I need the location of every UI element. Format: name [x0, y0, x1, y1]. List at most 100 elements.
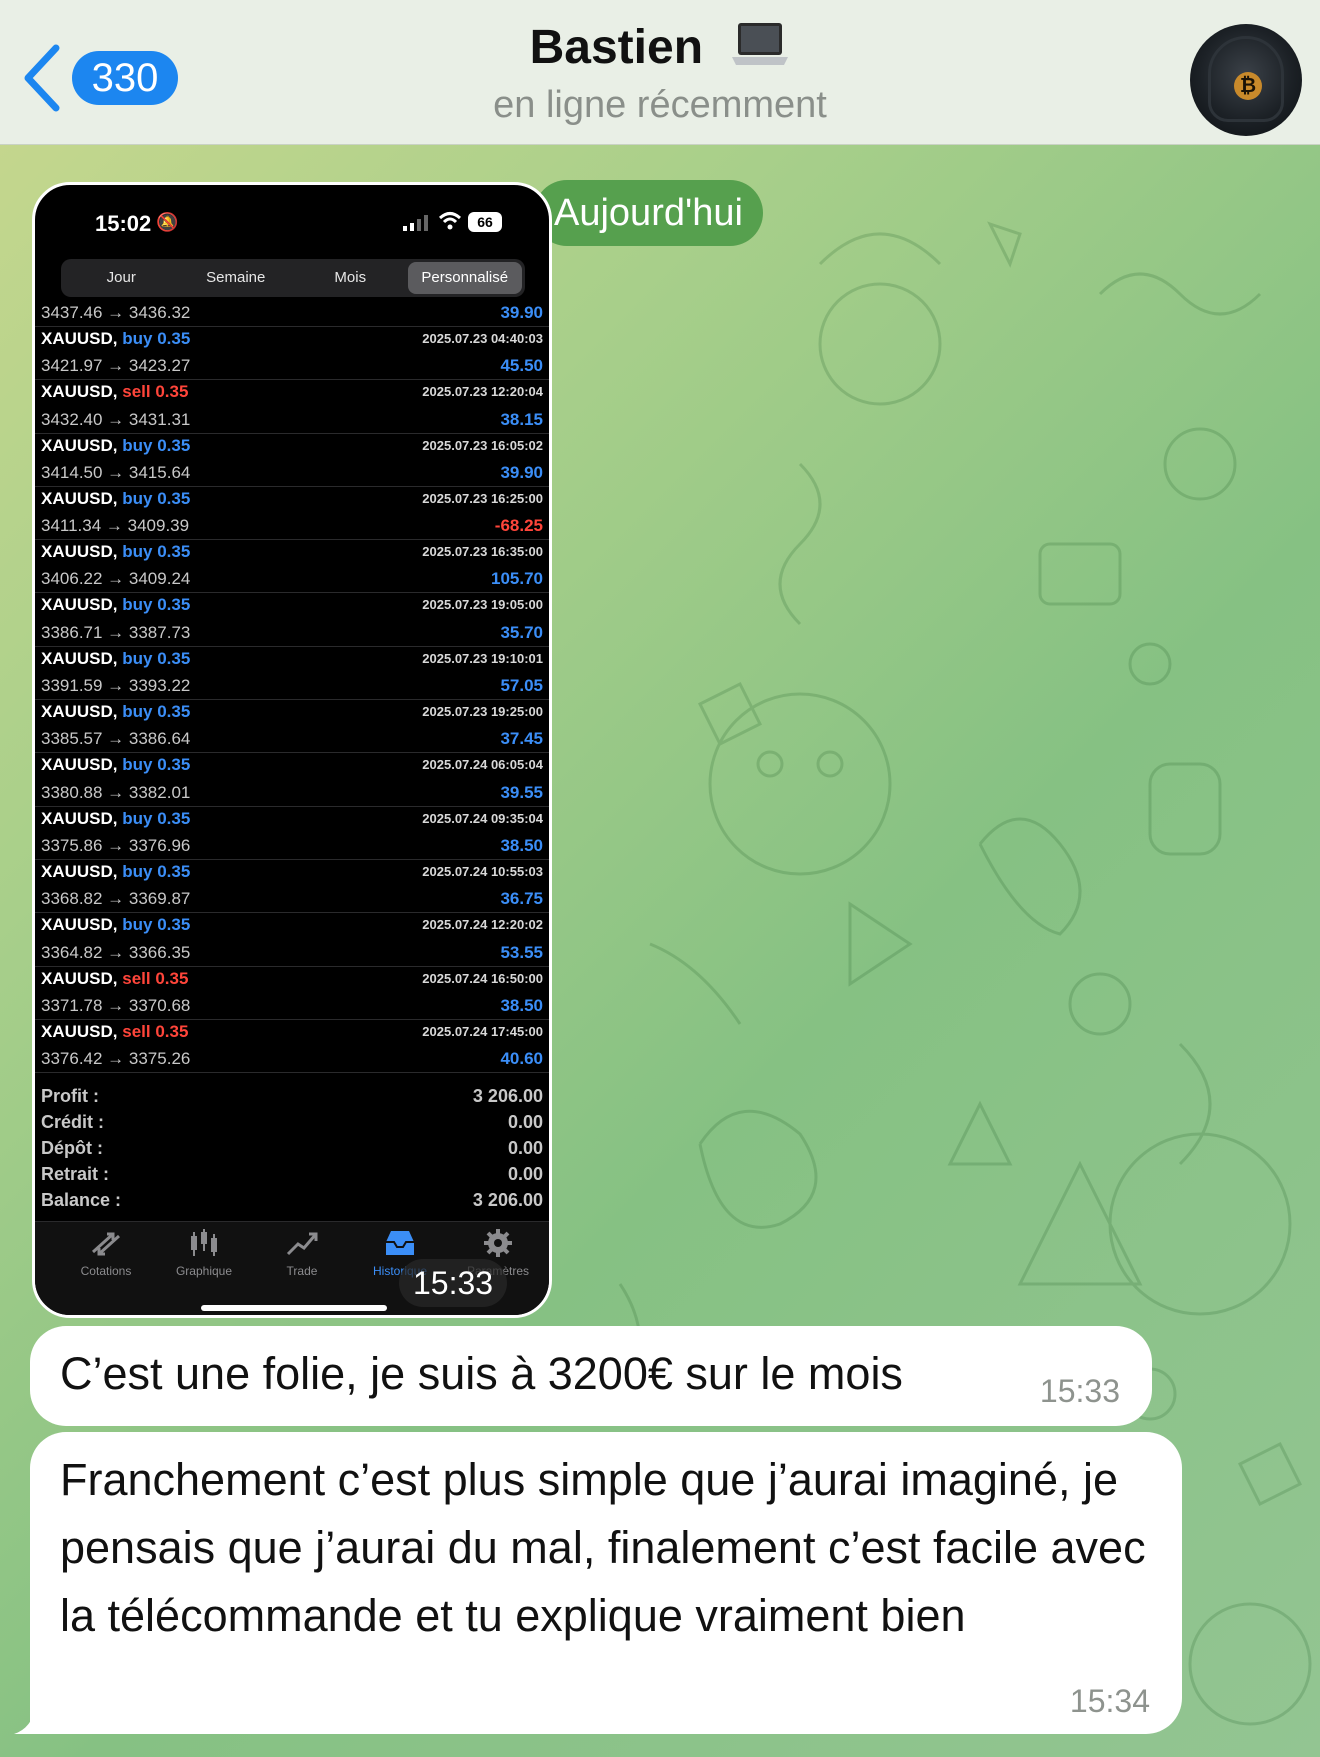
symbol-text: XAUUSD,: [41, 542, 118, 562]
trade-date: 2025.07.24 10:55:03: [422, 863, 543, 879]
trade-side-volume: buy 0.35: [122, 329, 191, 348]
trade-side-volume: sell 0.35: [122, 968, 189, 988]
cellular-signal-icon: [403, 215, 428, 231]
trade-side-volume: buy 0.35: [122, 808, 191, 828]
trade-date: 2025.07.23 16:05:02: [422, 437, 543, 453]
trade-side-volume: buy 0.35: [122, 595, 191, 615]
trade-row[interactable]: XAUUSD, sell 0.35 2025.07.23 12:20:04 3432…: [35, 380, 549, 434]
wifi-icon: [438, 212, 462, 230]
symbol-text: XAUUSD,: [41, 702, 118, 722]
trade-symbol: XAUUSD, buy 0.35: [41, 329, 190, 349]
trade-profit: 53.55: [500, 942, 543, 962]
summary-value: 0.00: [507, 1164, 543, 1184]
tab-graphique[interactable]: Graphique: [159, 1228, 249, 1278]
trade-date: 2025.07.23 19:25:00: [422, 704, 543, 720]
summary-label: Retrait :: [41, 1164, 110, 1184]
trade-row[interactable]: XAUUSD, buy 0.35 2025.07.24 10:55:03 3368.…: [35, 860, 549, 914]
status-clock: 15:02: [95, 211, 152, 236]
message-bubble[interactable]: Franchement c’est plus simple que j’aura…: [30, 1432, 1182, 1734]
trade-date: 2025.07.24 17:45:00: [422, 1023, 543, 1039]
trade-symbol: XAUUSD, sell 0.35: [41, 969, 188, 989]
segment-mois[interactable]: Mois: [293, 262, 408, 294]
trade-row[interactable]: XAUUSD, buy 0.35 2025.07.23 16:05:02 3414.…: [35, 434, 549, 487]
image-message-trade-history[interactable]: 15:02 🔕 66 Jour Semaine Mois Personnalis…: [32, 182, 552, 1318]
symbol-text: XAUUSD,: [41, 648, 118, 668]
segment-personnalise[interactable]: Personnalisé: [407, 262, 522, 294]
trade-symbol: XAUUSD, buy 0.35: [41, 595, 190, 615]
battery-indicator: 66: [468, 212, 502, 232]
summary-value: 0.00: [507, 1138, 543, 1158]
trade-row[interactable]: XAUUSD, buy 0.35 2025.07.23 04:40:03 3421.…: [35, 327, 549, 381]
trade-row[interactable]: XAUUSD, buy 0.35 2025.07.23 19:05:00 3386.…: [35, 593, 549, 647]
trade-profit: 40.60: [500, 1049, 543, 1069]
chat-header: 330 Bastien en ligne récemment ₿: [0, 0, 1320, 145]
trade-profit: 39.90: [500, 303, 543, 322]
tab-trade[interactable]: Trade: [257, 1228, 347, 1278]
inbox-tray-icon: [386, 1231, 414, 1255]
trade-date: 2025.07.24 06:05:04: [422, 757, 543, 773]
contact-name-text: Bastien: [529, 21, 704, 74]
symbol-text: XAUUSD,: [41, 968, 118, 988]
tab-label: Cotations: [80, 1264, 132, 1278]
image-timestamp: 15:33: [399, 1259, 508, 1307]
trade-date: 2025.07.23 19:10:01: [422, 650, 543, 666]
trade-prices: 3406.22 → 3409.24: [41, 569, 191, 589]
quotes-arrows-icon: [91, 1232, 121, 1256]
summary-label: Profit :: [41, 1086, 99, 1106]
tab-cotations[interactable]: Cotations: [61, 1228, 151, 1278]
trade-profit: 37.45: [500, 729, 543, 749]
trade-row[interactable]: XAUUSD, buy 0.35 2025.07.23 19:10:01 3391.…: [35, 647, 549, 701]
tab-label: Trade: [286, 1264, 318, 1278]
trade-row[interactable]: XAUUSD, sell 0.35 2025.07.24 17:45:00 3376…: [35, 1020, 549, 1074]
symbol-text: XAUUSD,: [41, 808, 118, 828]
trade-symbol: XAUUSD, buy 0.35: [41, 862, 190, 882]
trade-side-volume: sell 0.35: [122, 382, 189, 402]
summary-row: Crédit : 0.00: [35, 1112, 549, 1138]
trade-profit: 45.50: [500, 356, 543, 376]
summary-row: Balance : 3 206.00: [35, 1190, 549, 1216]
trade-row[interactable]: XAUUSD, buy 0.35 2025.07.24 06:05:04 3380.…: [35, 753, 549, 807]
trade-profit: 38.15: [500, 409, 543, 429]
message-bubble[interactable]: C’est une folie, je suis à 3200€ sur le …: [30, 1326, 1152, 1426]
trade-prices: 3432.40 → 3431.31: [41, 409, 191, 429]
trade-row[interactable]: XAUUSD, buy 0.35 2025.07.23 16:35:00 3406.…: [35, 540, 549, 594]
gear-icon: [484, 1229, 512, 1257]
segment-semaine[interactable]: Semaine: [179, 262, 294, 294]
trade-side-volume: buy 0.35: [122, 702, 191, 722]
trade-prices: 3386.71 → 3387.73: [41, 622, 191, 642]
last-seen-status: en ligne récemment: [493, 84, 827, 126]
summary-row: Profit : 3 206.00: [35, 1086, 549, 1112]
trade-date: 2025.07.23 12:20:04: [422, 384, 543, 400]
account-summary: Profit :3 206.00 Crédit :0.00 Dépôt :0.00 R…: [35, 1086, 549, 1216]
trade-symbol: XAUUSD, buy 0.35: [41, 542, 190, 562]
trade-profit: 39.55: [500, 782, 543, 802]
tab-label: Graphique: [175, 1264, 233, 1278]
trade-side-volume: buy 0.35: [122, 861, 191, 881]
trade-prices: 3376.42 → 3375.26: [41, 1049, 191, 1069]
trade-row[interactable]: XAUUSD, buy 0.35 2025.07.23 16:25:00 3411.…: [35, 487, 549, 541]
trade-row[interactable]: XAUUSD, buy 0.35 2025.07.24 12:20:02 3364.…: [35, 913, 549, 967]
contact-avatar[interactable]: ₿: [1190, 24, 1302, 136]
trade-side-volume: sell 0.35: [122, 1021, 189, 1041]
symbol-text: XAUUSD,: [41, 861, 118, 881]
trade-symbol: XAUUSD, buy 0.35: [41, 436, 190, 456]
trade-prices: 3421.97 → 3423.27: [41, 356, 191, 376]
bitcoin-icon: ₿: [1234, 72, 1262, 100]
trade-symbol: XAUUSD, buy 0.35: [41, 702, 190, 722]
segment-jour[interactable]: Jour: [64, 262, 179, 294]
symbol-text: XAUUSD,: [41, 595, 118, 615]
trade-date: 2025.07.23 04:40:03: [422, 331, 543, 346]
summary-label: Balance :: [41, 1190, 122, 1210]
symbol-text: XAUUSD,: [41, 755, 118, 775]
trade-date: 2025.07.23 19:05:00: [422, 597, 543, 613]
trade-profit: 39.90: [500, 462, 543, 482]
phone-status-bar: 15:02 🔕 66: [35, 185, 549, 265]
trade-trend-icon: [286, 1232, 318, 1256]
trade-row[interactable]: XAUUSD, buy 0.35 2025.07.24 09:35:04 3375.…: [35, 807, 549, 860]
contact-name[interactable]: Bastien: [0, 20, 1320, 79]
trade-row[interactable]: XAUUSD, sell 0.35 2025.07.24 16:50:00 3371…: [35, 967, 549, 1020]
trade-symbol: XAUUSD, sell 0.35: [41, 382, 188, 402]
trade-row[interactable]: XAUUSD, buy 0.35 2025.07.23 19:25:00 3385.…: [35, 700, 549, 754]
trade-prices: 3375.86 → 3376.96: [41, 835, 191, 855]
trade-prices: 3368.82 → 3369.87: [41, 889, 191, 909]
